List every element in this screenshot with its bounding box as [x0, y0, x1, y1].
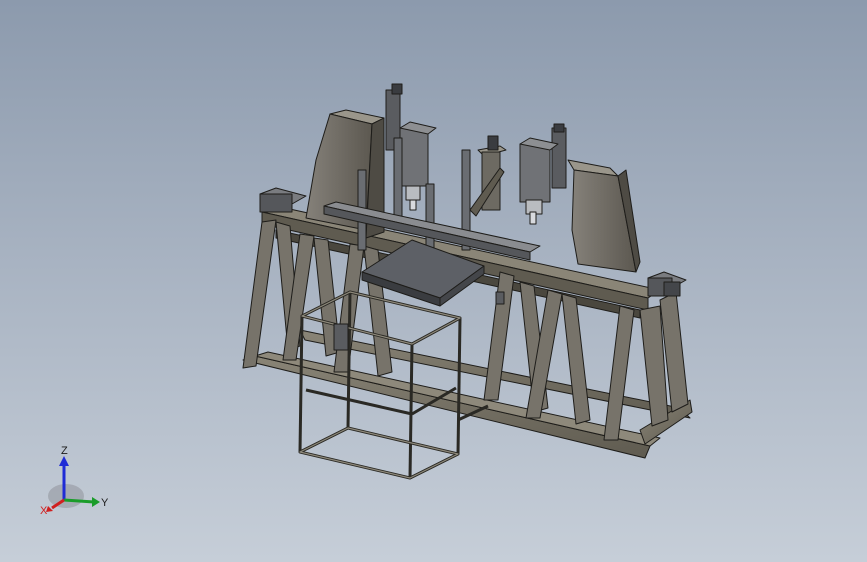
machine-model [242, 83, 693, 480]
y-axis-arrow [63, 498, 95, 504]
right-end-motor [647, 271, 687, 297]
x-axis-label: X [40, 505, 48, 517]
right-spindle-assembly [519, 123, 567, 225]
middle-support [469, 135, 507, 217]
z-axis-arrowhead [59, 456, 69, 466]
coordinate-triad: Z Y X [40, 445, 109, 517]
cad-model-viewport[interactable] [0, 0, 867, 562]
right-column-housing [567, 159, 641, 273]
left-end-motor [259, 187, 307, 213]
y-axis-arrowhead [92, 497, 100, 507]
z-axis-label: Z [61, 445, 68, 457]
triad-base-disc [48, 484, 84, 508]
y-axis-label: Y [101, 497, 109, 509]
